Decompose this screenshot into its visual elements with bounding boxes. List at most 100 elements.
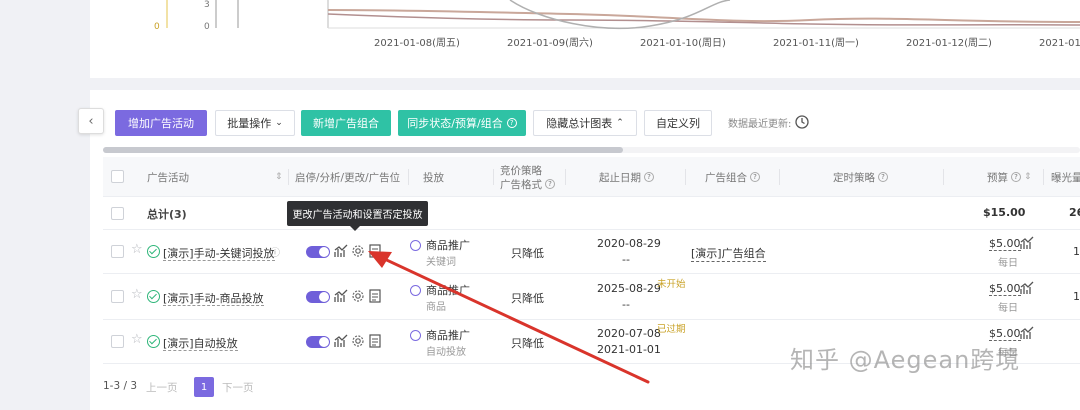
star-icon[interactable]: ☆ bbox=[131, 332, 143, 347]
help-icon: ? bbox=[644, 172, 654, 182]
sync-status-button[interactable]: 同步状态/预算/组合 ? bbox=[398, 110, 526, 136]
gear-icon[interactable] bbox=[351, 334, 365, 348]
last-update-label: 数据最近更新: bbox=[728, 119, 792, 130]
table-horizontal-scrollbar[interactable] bbox=[103, 147, 623, 153]
x-tick-label: 2021-01-11(周一) bbox=[773, 38, 859, 49]
next-page-button[interactable]: 下一页 bbox=[222, 380, 254, 395]
col-header-delivery: 投放 bbox=[423, 171, 444, 184]
batch-operations-dropdown[interactable]: 批量操作 ⌄ bbox=[215, 110, 295, 136]
budget-value[interactable]: $5.00 bbox=[989, 237, 1021, 251]
placement-doc-icon[interactable] bbox=[368, 334, 382, 348]
ad-format-label: 广告格式 bbox=[500, 178, 542, 191]
row-checkbox[interactable] bbox=[111, 290, 124, 303]
collapse-sidebar-button[interactable]: ‹ bbox=[78, 108, 104, 134]
col-header-campaign[interactable]: 广告活动 bbox=[147, 157, 189, 197]
enabled-status-icon bbox=[147, 335, 160, 348]
sort-icon[interactable]: ⇕ bbox=[1024, 172, 1032, 182]
end-date: -- bbox=[622, 298, 630, 311]
chevron-down-icon: ⌄ bbox=[275, 118, 283, 128]
pagination-range: 1-3 / 3 bbox=[103, 380, 138, 392]
star-icon[interactable]: ☆ bbox=[131, 287, 143, 302]
campaign-name-link[interactable]: [演示]自动投放 bbox=[163, 335, 238, 351]
table-row[interactable]: ☆ [演示]手动-商品投放 商品推广 商品 只降低 2025-08-29 -- … bbox=[103, 274, 1080, 320]
delivery-subtype: 商品 bbox=[426, 302, 446, 313]
product-promo-icon bbox=[410, 285, 421, 296]
new-ad-group-button[interactable]: 新增广告组合 bbox=[301, 110, 391, 136]
start-date: 2020-08-29 bbox=[597, 237, 661, 250]
x-tick-label: 2021-01-10(周日) bbox=[640, 38, 726, 49]
total-label: 总计(3) bbox=[147, 208, 187, 221]
budget-period: 每日 bbox=[998, 258, 1018, 269]
page-number-current[interactable]: 1 bbox=[194, 377, 214, 397]
info-icon[interactable]: ⓘ bbox=[270, 244, 280, 259]
delivery-type: 商品推广 bbox=[426, 239, 470, 252]
budget-period: 每日 bbox=[998, 303, 1018, 314]
x-tick-label: 2021-01-09(周六) bbox=[507, 38, 593, 49]
analytics-icon[interactable] bbox=[334, 289, 348, 303]
col-header-start-date: 起止日期 ? bbox=[599, 157, 654, 197]
enabled-status-icon bbox=[147, 245, 160, 258]
select-all-checkbox[interactable] bbox=[111, 170, 124, 183]
sync-status-label: 同步状态/预算/组合 bbox=[407, 117, 503, 130]
status-badge: 未开始 bbox=[657, 279, 686, 290]
delivery-subtype: 自动投放 bbox=[426, 347, 466, 358]
enable-toggle[interactable] bbox=[306, 246, 330, 258]
placement-doc-icon[interactable] bbox=[368, 289, 382, 303]
budget-trend-icon[interactable] bbox=[1020, 236, 1034, 250]
budget-value[interactable]: $5.00 bbox=[989, 327, 1021, 341]
help-icon: ? bbox=[1011, 172, 1021, 182]
gear-icon[interactable] bbox=[351, 289, 365, 303]
x-tick-label: 2021-01-13(周三) bbox=[1039, 38, 1080, 49]
row-checkbox[interactable] bbox=[111, 207, 124, 220]
budget-trend-icon[interactable] bbox=[1020, 281, 1034, 295]
budget-label: 预算 bbox=[987, 171, 1008, 184]
enable-toggle[interactable] bbox=[306, 336, 330, 348]
zhihu-watermark: 知乎 @Aegean跨境 bbox=[790, 346, 1021, 374]
table-row[interactable]: ☆ [演示]手动-关键词投放 ⓘ 商品推广 关键词 只降低 2020-08-29… bbox=[103, 230, 1080, 274]
help-icon: ? bbox=[878, 172, 888, 182]
budget-trend-icon[interactable] bbox=[1020, 326, 1034, 340]
refresh-icon[interactable] bbox=[794, 114, 810, 130]
start-date-label: 起止日期 bbox=[599, 171, 641, 184]
x-tick-label: 2021-01-12(周二) bbox=[906, 38, 992, 49]
placement-doc-icon[interactable] bbox=[368, 244, 382, 258]
batch-operations-label: 批量操作 bbox=[227, 117, 272, 130]
delivery-subtype: 关键词 bbox=[426, 257, 456, 268]
start-date: 2020-07-08 bbox=[597, 327, 661, 340]
schedule-label: 定时策略 bbox=[833, 171, 875, 184]
sort-icon[interactable]: ⇕ bbox=[275, 157, 283, 197]
col-header-actions: 启停/分析/更改/广告位 bbox=[295, 171, 401, 184]
product-promo-icon bbox=[410, 240, 421, 251]
campaign-name-link[interactable]: [演示]手动-关键词投放 bbox=[163, 245, 275, 261]
impressions-value: 1 bbox=[1073, 245, 1080, 258]
total-budget: $15.00 bbox=[983, 206, 1026, 219]
analytics-icon[interactable] bbox=[334, 244, 348, 258]
analytics-icon[interactable] bbox=[334, 334, 348, 348]
enable-toggle[interactable] bbox=[306, 291, 330, 303]
delivery-type: 商品推广 bbox=[426, 329, 470, 342]
col-header-schedule: 定时策略 ? bbox=[833, 157, 888, 197]
row-checkbox[interactable] bbox=[111, 335, 124, 348]
help-icon: ? bbox=[750, 172, 760, 182]
bid-strategy: 只降低 bbox=[511, 247, 544, 260]
star-icon[interactable]: ☆ bbox=[131, 242, 143, 257]
prev-page-button[interactable]: 上一页 bbox=[146, 380, 178, 395]
row-checkbox[interactable] bbox=[111, 245, 124, 258]
help-icon: ? bbox=[506, 118, 517, 128]
chart-card: 0 3 0 2021-01-08(周五) 2021-01-09(周六) 2021… bbox=[90, 0, 1080, 78]
end-date: 2021-01-01 bbox=[597, 343, 661, 356]
col-header-ad-group: 广告组合 ? bbox=[705, 157, 760, 197]
hide-chart-toggle-button[interactable]: 隐藏总计图表 ⌃ bbox=[533, 110, 637, 136]
budget-value[interactable]: $5.00 bbox=[989, 282, 1021, 296]
total-impressions: 26 bbox=[1069, 206, 1080, 219]
col-header-impressions: 曝光量 bbox=[1051, 171, 1080, 184]
ad-group-link[interactable]: [演示]广告组合 bbox=[691, 245, 766, 262]
campaign-name-link[interactable]: [演示]手动-商品投放 bbox=[163, 290, 264, 306]
status-badge: 已过期 bbox=[657, 324, 686, 335]
bid-strategy: 只降低 bbox=[511, 337, 544, 350]
x-tick-label: 2021-01-08(周五) bbox=[374, 38, 460, 49]
add-campaign-button[interactable]: 增加广告活动 bbox=[115, 110, 207, 136]
custom-columns-button[interactable]: 自定义列 bbox=[644, 110, 712, 136]
table-total-row: 总计(3) $15.00 26 bbox=[103, 197, 1080, 230]
gear-icon[interactable] bbox=[351, 244, 365, 258]
